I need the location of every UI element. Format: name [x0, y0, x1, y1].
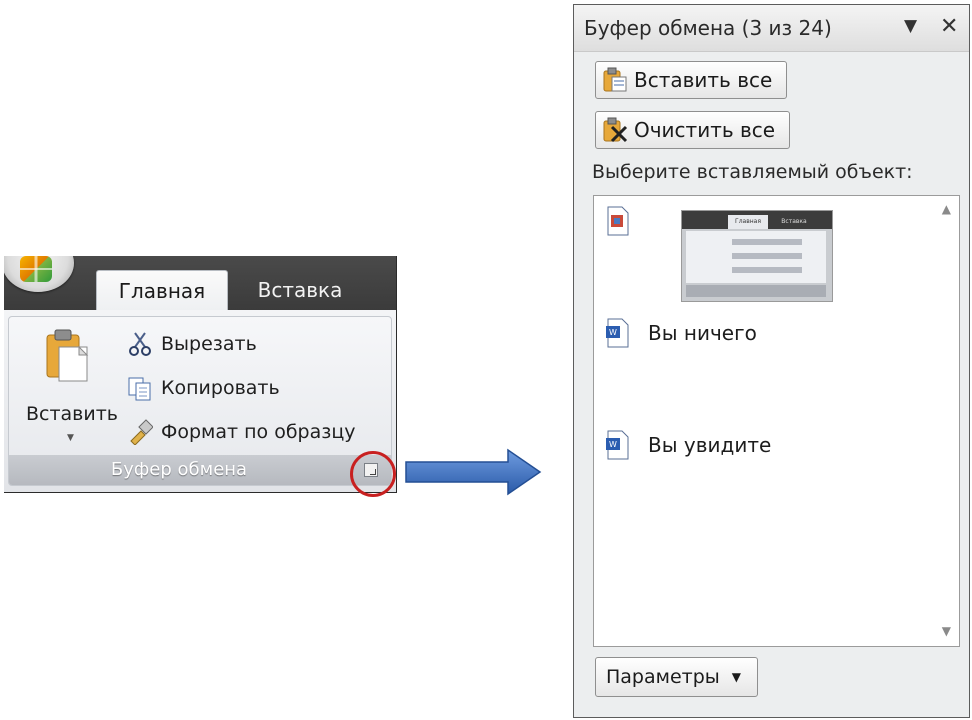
ribbon: Главная Вставка Вставить ▼ Вырезать Копи… — [4, 256, 397, 493]
clipboard-items-list: ▲ ▼ Главная Вставка W Вы ничего W Вы уви… — [593, 195, 960, 647]
clear-all-button[interactable]: Очистить все — [595, 111, 791, 149]
scissors-icon — [129, 332, 151, 356]
clipboard-item-thumbnail[interactable]: Главная Вставка — [681, 210, 833, 302]
thumbnail-tab-home: Главная — [728, 215, 768, 229]
office-button[interactable] — [4, 256, 74, 292]
options-label: Параметры — [606, 666, 720, 688]
cut-label: Вырезать — [161, 333, 257, 355]
thumbnail-line — [732, 267, 802, 273]
tab-insert[interactable]: Вставка — [240, 270, 360, 310]
copy-icon — [128, 377, 151, 401]
office-logo-icon — [20, 256, 52, 282]
choose-object-label: Выберите вставляемый объект: — [592, 161, 913, 183]
clipboard-task-pane: Буфер обмена (3 из 24) ▼ ✕ Вставить все … — [573, 4, 970, 718]
copy-button[interactable]: Копировать — [127, 373, 280, 403]
clipboard-group: Вставить ▼ Вырезать Копировать Формат по… — [8, 316, 392, 486]
ribbon-body: Вставить ▼ Вырезать Копировать Формат по… — [4, 310, 396, 492]
paste-label: Вставить — [25, 403, 118, 425]
format-painter-label: Формат по образцу — [161, 421, 356, 443]
ribbon-tab-bar: Главная Вставка — [4, 256, 396, 311]
clipboard-paste-icon — [46, 329, 89, 382]
tab-home[interactable]: Главная — [96, 270, 228, 311]
paste-all-button[interactable]: Вставить все — [595, 61, 788, 99]
thumbnail-footer — [686, 285, 826, 297]
clipboard-item-image[interactable] — [604, 206, 630, 236]
word-doc-icon: W — [606, 318, 629, 348]
close-icon[interactable]: ✕ — [940, 14, 958, 39]
clipboard-item-label: Вы увидите — [648, 433, 772, 457]
format-painter-button[interactable]: Формат по образцу — [127, 417, 356, 447]
scroll-down-icon[interactable]: ▼ — [942, 624, 951, 638]
paste-button[interactable]: Вставить ▼ — [17, 323, 118, 453]
svg-text:W: W — [609, 328, 617, 337]
copy-label: Копировать — [161, 377, 280, 399]
cut-button[interactable]: Вырезать — [127, 329, 257, 359]
pane-menu-icon[interactable]: ▼ — [904, 16, 917, 36]
highlight-circle — [350, 451, 396, 497]
clipboard-group-title: Буфер обмена — [110, 459, 248, 480]
clipboard-item-text[interactable]: W Вы увидите — [604, 430, 771, 460]
word-doc-icon: W — [606, 430, 629, 460]
options-button[interactable]: Параметры ▼ — [595, 657, 759, 697]
thumbnail-line — [732, 253, 802, 259]
arrow-right-icon — [405, 448, 542, 496]
thumbnail-tab-insert: Вставка — [781, 218, 807, 225]
thumbnail-line — [732, 239, 802, 245]
image-doc-icon — [607, 206, 629, 236]
format-painter-icon — [130, 419, 153, 445]
paste-all-icon — [603, 67, 627, 92]
pane-title: Буфер обмена (3 из 24) — [584, 16, 832, 40]
paste-dropdown-icon[interactable]: ▼ — [67, 433, 74, 443]
clipboard-group-footer: Буфер обмена — [9, 455, 391, 485]
clipboard-item-label: Вы ничего — [648, 321, 757, 345]
clear-all-label: Очистить все — [634, 118, 776, 142]
paste-all-label: Вставить все — [634, 68, 773, 92]
clear-all-icon — [603, 117, 628, 143]
chevron-down-icon: ▼ — [731, 670, 742, 684]
scroll-up-icon[interactable]: ▲ — [942, 202, 951, 216]
pane-header: Буфер обмена (3 из 24) ▼ ✕ — [574, 5, 969, 52]
svg-text:W: W — [609, 440, 617, 449]
clipboard-item-text[interactable]: W Вы ничего — [604, 318, 757, 348]
